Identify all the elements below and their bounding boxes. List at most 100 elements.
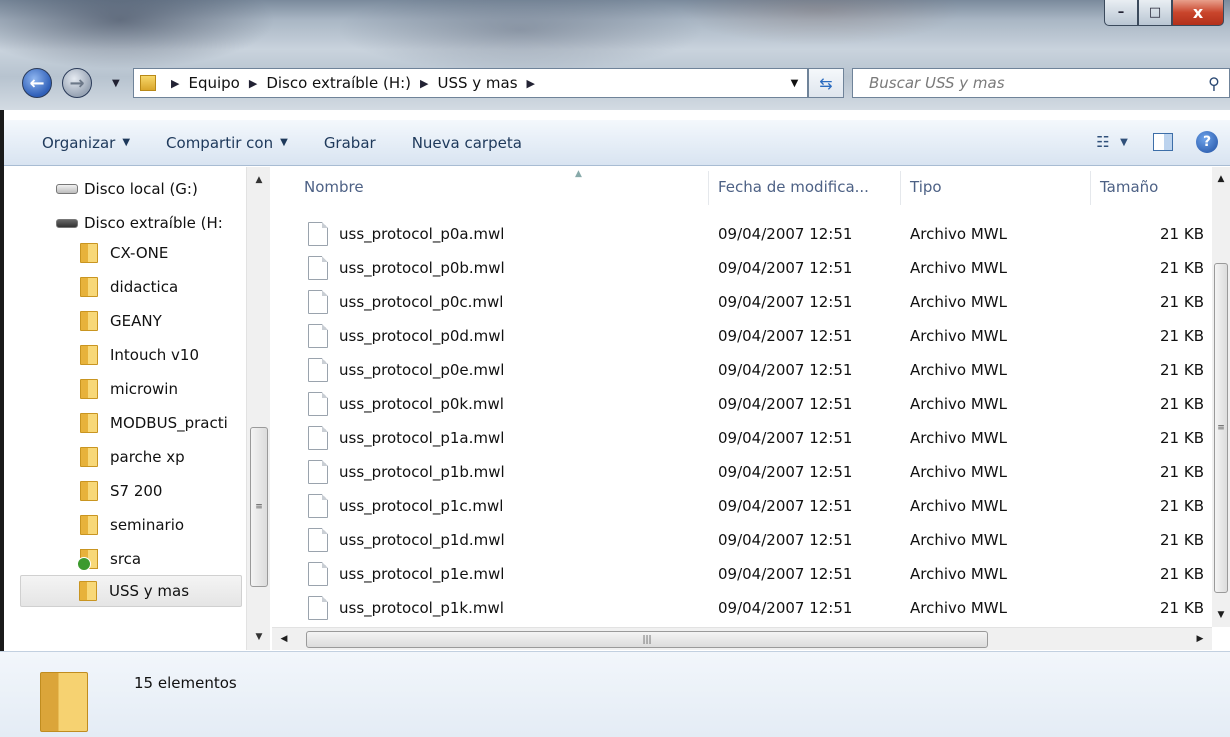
change-view-button[interactable]: ☷ (1090, 129, 1116, 155)
table-row[interactable]: uss_protocol_p1b.mwl 09/04/2007 12:51 Arch… (280, 455, 1216, 489)
table-row[interactable]: uss_protocol_p1d.mwl 09/04/2007 12:51 Arch… (280, 523, 1216, 557)
column-divider[interactable] (900, 171, 901, 205)
search-input[interactable]: Buscar USS y mas (869, 74, 1199, 92)
list-horizontal-scrollbar[interactable]: ◀ ||| ▶ (272, 627, 1212, 650)
table-row[interactable]: uss_protocol_p1c.mwl 09/04/2007 12:51 Arch… (280, 489, 1216, 523)
table-row[interactable]: uss_protocol_p1a.mwl 09/04/2007 12:51 Arch… (280, 421, 1216, 455)
search-icon[interactable]: ⚲ (1199, 74, 1229, 93)
close-button[interactable]: x (1172, 0, 1224, 26)
file-date: 09/04/2007 12:51 (718, 259, 853, 277)
file-date: 09/04/2007 12:51 (718, 599, 853, 617)
horizontal-scroll-thumb[interactable]: ||| (306, 631, 988, 648)
address-bar[interactable]: ▶ Equipo ▶ Disco extraíble (H:) ▶ USS y … (133, 68, 808, 98)
organize-menu[interactable]: Organizar ▼ (42, 134, 130, 152)
back-button[interactable]: ← (22, 68, 52, 98)
chevron-right-icon[interactable]: ▶ (420, 77, 428, 90)
list-scroll-thumb[interactable]: ≡ (1214, 263, 1228, 593)
table-row[interactable]: uss_protocol_p0a.mwl 09/04/2007 12:51 Arch… (280, 217, 1216, 251)
file-icon (308, 290, 328, 314)
breadcrumb-equipo[interactable]: Equipo (188, 74, 239, 92)
file-icon (308, 324, 328, 348)
nav-item-geany[interactable]: GEANY (80, 305, 162, 337)
nav-item-seminario[interactable]: seminario (80, 509, 184, 541)
chevron-right-icon[interactable]: ▶ (527, 77, 535, 90)
list-vertical-scrollbar[interactable]: ▲ ≡ ▼ (1212, 167, 1230, 627)
file-type: Archivo MWL (910, 259, 1007, 277)
breadcrumb-uss-y-mas[interactable]: USS y mas (437, 74, 517, 92)
file-date: 09/04/2007 12:51 (718, 463, 853, 481)
file-icon (308, 460, 328, 484)
file-list: Nombre ▲ Fecha de modifica... Tipo Tamañ… (280, 167, 1216, 627)
search-box[interactable]: Buscar USS y mas ⚲ (852, 68, 1230, 98)
table-row[interactable]: uss_protocol_p1e.mwl 09/04/2007 12:51 Arch… (280, 557, 1216, 591)
burn-button[interactable]: Grabar (324, 134, 376, 152)
table-row[interactable]: uss_protocol_p0c.mwl 09/04/2007 12:51 Arch… (280, 285, 1216, 319)
file-date: 09/04/2007 12:51 (718, 531, 853, 549)
column-divider[interactable] (1090, 171, 1091, 205)
address-dropdown[interactable]: ▼ (781, 69, 807, 97)
file-size: 21 KB (1160, 463, 1204, 481)
file-type: Archivo MWL (910, 463, 1007, 481)
nav-item-disco-extraible[interactable]: Disco extraíble (H: (56, 207, 223, 239)
preview-pane-button[interactable] (1150, 129, 1176, 155)
nav-item-parche-xp[interactable]: parche xp (80, 441, 185, 473)
file-name: uss_protocol_p1d.mwl (339, 531, 505, 549)
maximize-button[interactable]: □ (1138, 0, 1172, 26)
column-header-type[interactable]: Tipo (910, 167, 942, 207)
chevron-right-icon[interactable]: ▶ (171, 77, 179, 90)
forward-button[interactable]: → (62, 68, 92, 98)
chevron-right-icon[interactable]: ▶ (249, 77, 257, 90)
nav-item-microwin[interactable]: microwin (80, 373, 178, 405)
file-type: Archivo MWL (910, 599, 1007, 617)
file-icon (308, 596, 328, 620)
refresh-icon: ⇆ (819, 73, 833, 93)
column-header-date[interactable]: Fecha de modifica... (718, 167, 869, 207)
chevron-down-icon: ▼ (1120, 136, 1128, 148)
scroll-right-icon[interactable]: ▶ (1190, 630, 1210, 648)
nav-scrollbar[interactable]: ▲ ≡ ▼ (246, 167, 270, 650)
scroll-up-icon[interactable]: ▲ (247, 169, 271, 191)
file-name: uss_protocol_p1b.mwl (339, 463, 505, 481)
nav-scroll-thumb[interactable]: ≡ (250, 427, 268, 587)
scroll-down-icon[interactable]: ▼ (247, 626, 271, 648)
nav-item-disco-local[interactable]: Disco local (G:) (56, 173, 198, 205)
scroll-left-icon[interactable]: ◀ (274, 630, 294, 648)
nav-item-modbus[interactable]: MODBUS_practi (80, 407, 228, 439)
column-divider[interactable] (708, 171, 709, 205)
table-row[interactable]: uss_protocol_p1k.mwl 09/04/2007 12:51 Arch… (280, 591, 1216, 625)
nav-item-intouch[interactable]: Intouch v10 (80, 339, 199, 371)
share-menu[interactable]: Compartir con ▼ (166, 134, 288, 152)
nav-item-uss-y-mas[interactable]: USS y mas (20, 575, 242, 607)
column-header-name[interactable]: Nombre (304, 167, 364, 207)
nav-item-label: seminario (110, 516, 185, 534)
minimize-button[interactable]: – (1104, 0, 1138, 26)
file-size: 21 KB (1160, 429, 1204, 447)
new-folder-button[interactable]: Nueva carpeta (412, 134, 522, 152)
breadcrumb-disco-extraible[interactable]: Disco extraíble (H:) (266, 74, 411, 92)
file-name: uss_protocol_p1k.mwl (339, 599, 504, 617)
column-header-size[interactable]: Tamaño (1100, 167, 1158, 207)
file-size: 21 KB (1160, 361, 1204, 379)
file-icon (308, 392, 328, 416)
forward-arrow-icon: → (69, 72, 85, 94)
nav-item-srca[interactable]: srca (77, 543, 141, 575)
chevron-down-icon: ▼ (280, 137, 288, 148)
file-name-cell: uss_protocol_p1k.mwl (308, 591, 504, 625)
file-type: Archivo MWL (910, 225, 1007, 243)
view-options-dropdown[interactable]: ▼ (1116, 129, 1132, 155)
nav-item-didactica[interactable]: didactica (80, 271, 178, 303)
help-button[interactable]: ? (1194, 129, 1220, 155)
nav-item-s7-200[interactable]: S7 200 (80, 475, 162, 507)
scroll-down-icon[interactable]: ▼ (1212, 605, 1230, 625)
scroll-up-icon[interactable]: ▲ (1212, 169, 1230, 189)
file-date: 09/04/2007 12:51 (718, 293, 853, 311)
table-row[interactable]: uss_protocol_p0e.mwl 09/04/2007 12:51 Arch… (280, 353, 1216, 387)
title-bar: – □ x ← → ▼ ▶ Equipo ▶ Disco extraíble (… (0, 0, 1230, 110)
file-icon (308, 256, 328, 280)
table-row[interactable]: uss_protocol_p0k.mwl 09/04/2007 12:51 Arch… (280, 387, 1216, 421)
nav-item-cx-one[interactable]: CX-ONE (80, 237, 168, 269)
recent-pages-dropdown[interactable]: ▼ (112, 78, 120, 89)
table-row[interactable]: uss_protocol_p0d.mwl 09/04/2007 12:51 Arch… (280, 319, 1216, 353)
refresh-button[interactable]: ⇆ (808, 68, 844, 98)
table-row[interactable]: uss_protocol_p0b.mwl 09/04/2007 12:51 Arch… (280, 251, 1216, 285)
